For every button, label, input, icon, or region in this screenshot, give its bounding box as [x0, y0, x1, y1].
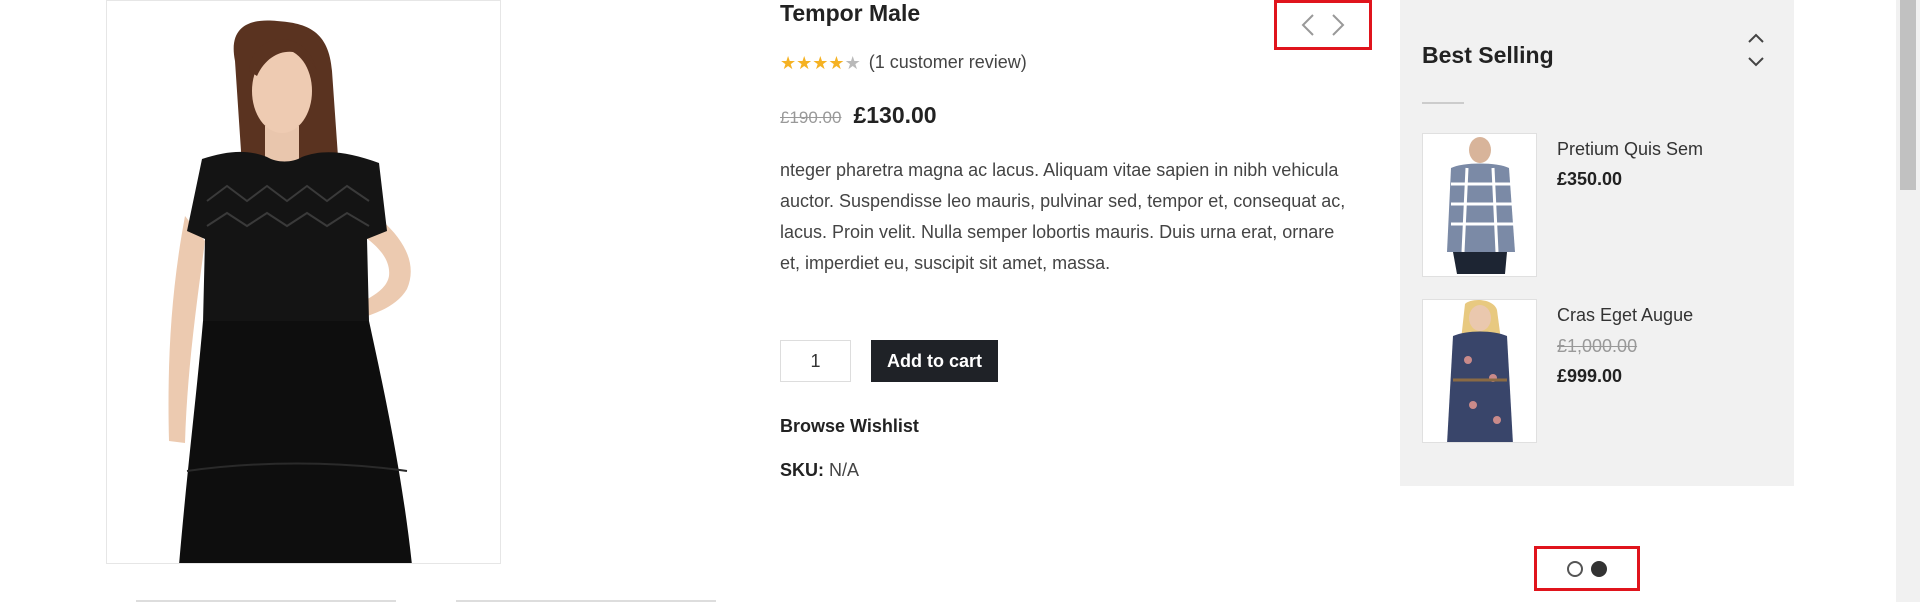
- widget-item-old-price: £1,000.00: [1557, 336, 1638, 356]
- current-price: £130.00: [853, 102, 937, 128]
- product-main-image[interactable]: [106, 0, 501, 564]
- product-navigation: [1274, 0, 1372, 50]
- sku-value: N/A: [829, 460, 860, 480]
- star-icon: ★: [796, 52, 813, 73]
- customer-review-link[interactable]: (1 customer review): [869, 52, 1027, 73]
- scrollbar[interactable]: [1896, 0, 1920, 602]
- widget-item-name[interactable]: Pretium Quis Sem: [1557, 139, 1703, 160]
- star-rating: ★ ★ ★ ★ ★: [780, 54, 861, 72]
- widget-item-name[interactable]: Cras Eget Augue: [1557, 305, 1693, 326]
- best-selling-widget: Best Selling Pretium Quis Sem £350.00 Cr…: [1400, 0, 1794, 486]
- old-price: £190.00: [780, 108, 842, 127]
- star-icon: ★: [780, 52, 797, 73]
- widget-item-price: £350.00: [1557, 169, 1623, 189]
- carousel-pagination: [1534, 546, 1640, 591]
- product-thumbnail[interactable]: [1422, 133, 1537, 277]
- product-title: Tempor Male: [780, 0, 921, 26]
- product-description: nteger pharetra magna ac lacus. Aliquam …: [780, 160, 1346, 273]
- star-icon: ★: [844, 52, 861, 73]
- quantity-input[interactable]: [780, 340, 851, 382]
- rating-row: ★ ★ ★ ★ ★ (1 customer review): [780, 52, 1027, 73]
- shirt-photo: [1423, 134, 1536, 276]
- list-item[interactable]: Cras Eget Augue £1,000.00 £999.00: [1422, 299, 1782, 443]
- chevron-right-icon[interactable]: [1328, 12, 1348, 38]
- add-to-cart-button[interactable]: Add to cart: [871, 340, 998, 382]
- chevron-left-icon[interactable]: [1298, 12, 1318, 38]
- pagination-dot-active[interactable]: [1591, 560, 1607, 577]
- chevron-up-icon[interactable]: [1744, 28, 1768, 48]
- widget-title-underline: [1422, 102, 1464, 104]
- dress-photo: [107, 1, 500, 563]
- product-thumbnail[interactable]: [1422, 299, 1537, 443]
- browse-wishlist-link[interactable]: Browse Wishlist: [780, 416, 919, 437]
- price-row: £190.00 £130.00: [780, 102, 937, 129]
- scrollbar-thumb[interactable]: [1900, 0, 1916, 190]
- sku-label: SKU:: [780, 460, 824, 480]
- widget-title: Best Selling: [1422, 42, 1554, 68]
- widget-carousel-controls: [1744, 28, 1768, 72]
- sku-row: SKU: N/A: [780, 460, 859, 481]
- widget-item-price: £999.00: [1557, 366, 1623, 386]
- floral-dress-photo: [1423, 300, 1536, 442]
- chevron-down-icon[interactable]: [1744, 52, 1768, 72]
- list-item[interactable]: Pretium Quis Sem £350.00: [1422, 133, 1782, 277]
- star-icon: ★: [828, 52, 845, 73]
- pagination-dot[interactable]: [1567, 560, 1583, 577]
- add-to-cart-form: Add to cart: [780, 340, 998, 382]
- star-icon: ★: [812, 52, 829, 73]
